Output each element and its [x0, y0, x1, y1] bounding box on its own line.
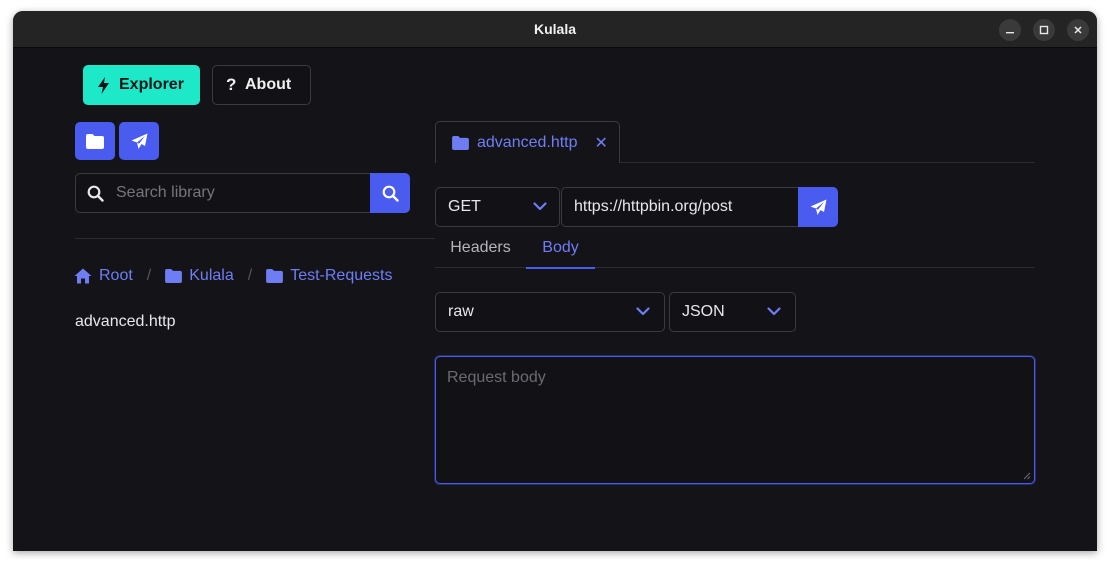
maximize-button[interactable] — [1033, 19, 1055, 41]
method-select[interactable]: GET — [435, 187, 560, 227]
url-input[interactable]: https://httpbin.org/post — [561, 187, 799, 227]
send-icon — [810, 199, 826, 215]
app-window: Kulala Explorer ? About Search library R… — [13, 11, 1097, 551]
search-box — [75, 173, 371, 213]
chevron-down-icon — [636, 307, 650, 316]
tab-label: advanced.http — [477, 133, 578, 151]
breadcrumb-separator: / — [247, 267, 253, 284]
tab-headers[interactable]: Headers — [435, 237, 526, 268]
search-input[interactable] — [116, 174, 366, 212]
about-label: About — [245, 76, 292, 93]
breadcrumb-test-requests[interactable]: Test-Requests — [266, 267, 392, 285]
breadcrumb-label: Kulala — [189, 267, 234, 284]
search-icon — [87, 185, 104, 202]
window-title: Kulala — [533, 21, 576, 37]
library-search — [75, 173, 410, 213]
home-icon — [74, 268, 92, 284]
breadcrumb-separator: / — [146, 267, 152, 284]
open-folder-button[interactable] — [75, 122, 115, 160]
about-button[interactable]: ? About — [212, 65, 311, 105]
maximize-icon — [1039, 25, 1049, 35]
search-icon — [382, 185, 399, 202]
titlebar: Kulala — [13, 11, 1097, 48]
file-item[interactable]: advanced.http — [75, 313, 176, 331]
body-format-select[interactable]: JSON — [669, 292, 796, 332]
sidebar-divider — [75, 238, 435, 239]
tab-bar-border — [620, 162, 1035, 163]
request-body-editor — [435, 356, 1035, 484]
folder-icon — [165, 269, 183, 283]
explorer-label: Explorer — [119, 76, 184, 93]
search-button[interactable] — [370, 173, 410, 213]
tab-advanced-http[interactable]: advanced.http ✕ — [435, 121, 620, 163]
close-tab-icon[interactable]: ✕ — [595, 133, 608, 153]
minimize-icon — [1006, 32, 1014, 34]
body-type-value: raw — [448, 303, 474, 320]
close-window-button[interactable] — [1067, 19, 1089, 41]
folder-icon — [86, 133, 104, 149]
breadcrumb-root[interactable]: Root — [74, 267, 133, 285]
request-body-textarea[interactable] — [436, 357, 1034, 483]
body-format-value: JSON — [682, 303, 725, 320]
chevron-down-icon — [533, 202, 547, 211]
breadcrumb-label: Test-Requests — [290, 267, 393, 284]
send-icon — [131, 133, 147, 149]
request-subtabs: Headers Body — [435, 237, 1035, 269]
close-icon — [1074, 26, 1082, 34]
url-value: https://httpbin.org/post — [574, 198, 733, 215]
folder-icon — [452, 135, 469, 150]
folder-icon — [266, 269, 284, 283]
breadcrumb-label: Root — [99, 267, 133, 284]
bolt-icon — [98, 76, 109, 94]
tab-body[interactable]: Body — [526, 237, 595, 269]
explorer-button[interactable]: Explorer — [83, 65, 200, 105]
send-request-button[interactable] — [798, 187, 838, 227]
body-type-select[interactable]: raw — [435, 292, 665, 332]
breadcrumb: Root / Kulala / Test-Requests — [74, 265, 392, 287]
resize-grip-icon[interactable] — [1023, 472, 1031, 480]
chevron-down-icon — [767, 307, 781, 316]
question-icon: ? — [226, 75, 237, 94]
minimize-button[interactable] — [999, 19, 1021, 41]
breadcrumb-kulala[interactable]: Kulala — [165, 267, 234, 285]
method-value: GET — [448, 198, 481, 215]
new-request-button[interactable] — [119, 122, 159, 160]
